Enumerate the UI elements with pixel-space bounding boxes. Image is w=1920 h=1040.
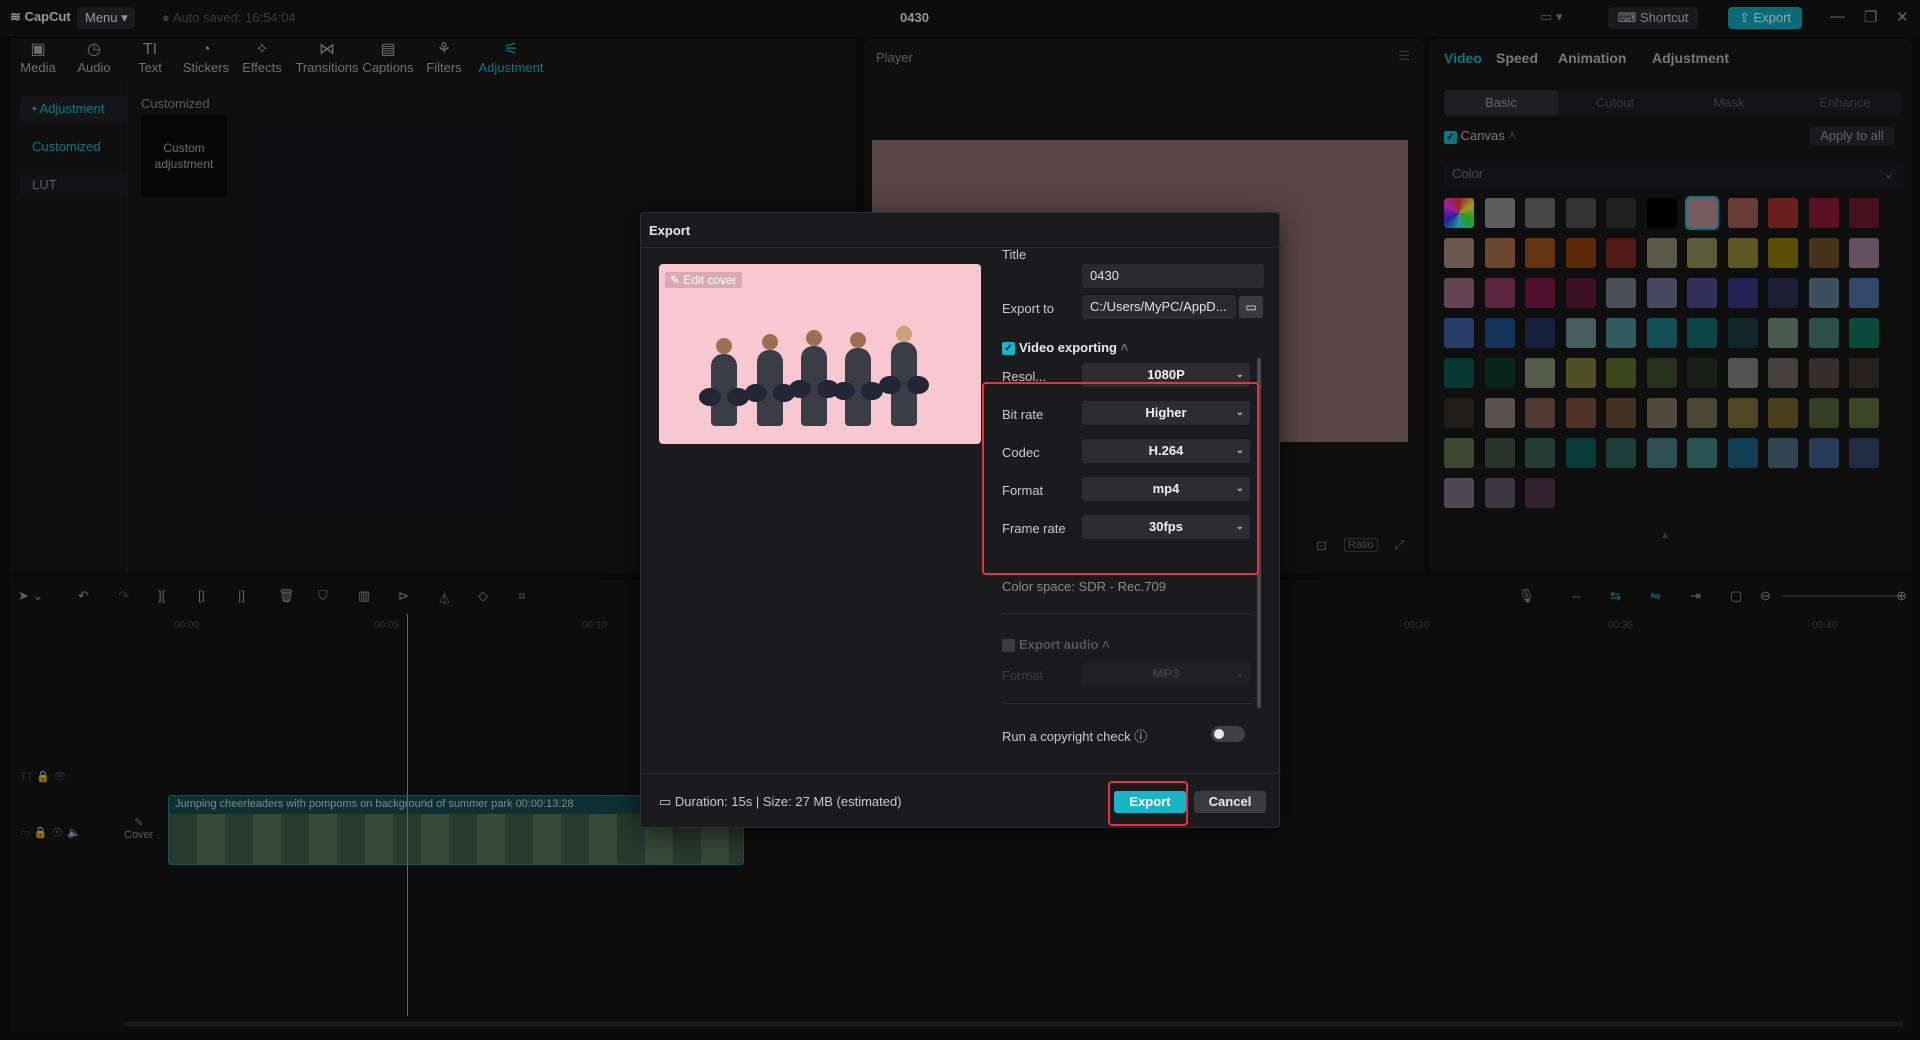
film-icon: ▭ (659, 794, 672, 809)
video-exporting-label[interactable]: Video exporting ˄ (1019, 340, 1128, 355)
divider (641, 773, 1281, 774)
duration-size-info: ▭ Duration: 15s | Size: 27 MB (estimated… (659, 794, 902, 809)
copyright-check-label: Run a copyright check ⓘ (1002, 729, 1148, 744)
export-button-highlight (1108, 781, 1188, 826)
export-path-input[interactable]: C:/Users/MyPC/AppD... (1082, 295, 1236, 319)
divider (641, 247, 1281, 248)
cover-figure (789, 330, 839, 426)
dialog-title: Export (649, 223, 691, 238)
title-label: Title (1002, 247, 1027, 262)
cover-figure (879, 326, 929, 426)
video-exporting-checkbox[interactable]: ✓ (1002, 342, 1015, 355)
cover-figure (833, 332, 883, 426)
cancel-button[interactable]: Cancel (1194, 791, 1266, 813)
edit-cover-button[interactable]: ✎ Edit cover (665, 272, 742, 288)
export-to-label: Export to (1002, 301, 1055, 316)
color-space-info: Color space: SDR - Rec.709 (1002, 579, 1167, 594)
folder-icon[interactable]: ▭ (1239, 296, 1263, 318)
cover-figure (699, 338, 749, 426)
divider (1002, 613, 1252, 614)
export-audio-label[interactable]: Export audio ˄ (1019, 637, 1110, 652)
export-audio-checkbox[interactable] (1002, 639, 1015, 652)
title-input[interactable]: 0430 (1082, 264, 1264, 288)
audio-format-label: Format (1002, 668, 1044, 683)
cover-preview[interactable]: ✎ Edit cover (659, 264, 981, 444)
copyright-toggle[interactable] (1211, 726, 1245, 742)
info-icon[interactable]: ⓘ (1134, 729, 1147, 744)
audio-format-select: MP3 ⌄ (1082, 662, 1250, 686)
settings-highlight (982, 382, 1259, 575)
toggle-knob (1214, 729, 1224, 739)
cover-figure (745, 334, 795, 426)
divider (1002, 703, 1252, 704)
